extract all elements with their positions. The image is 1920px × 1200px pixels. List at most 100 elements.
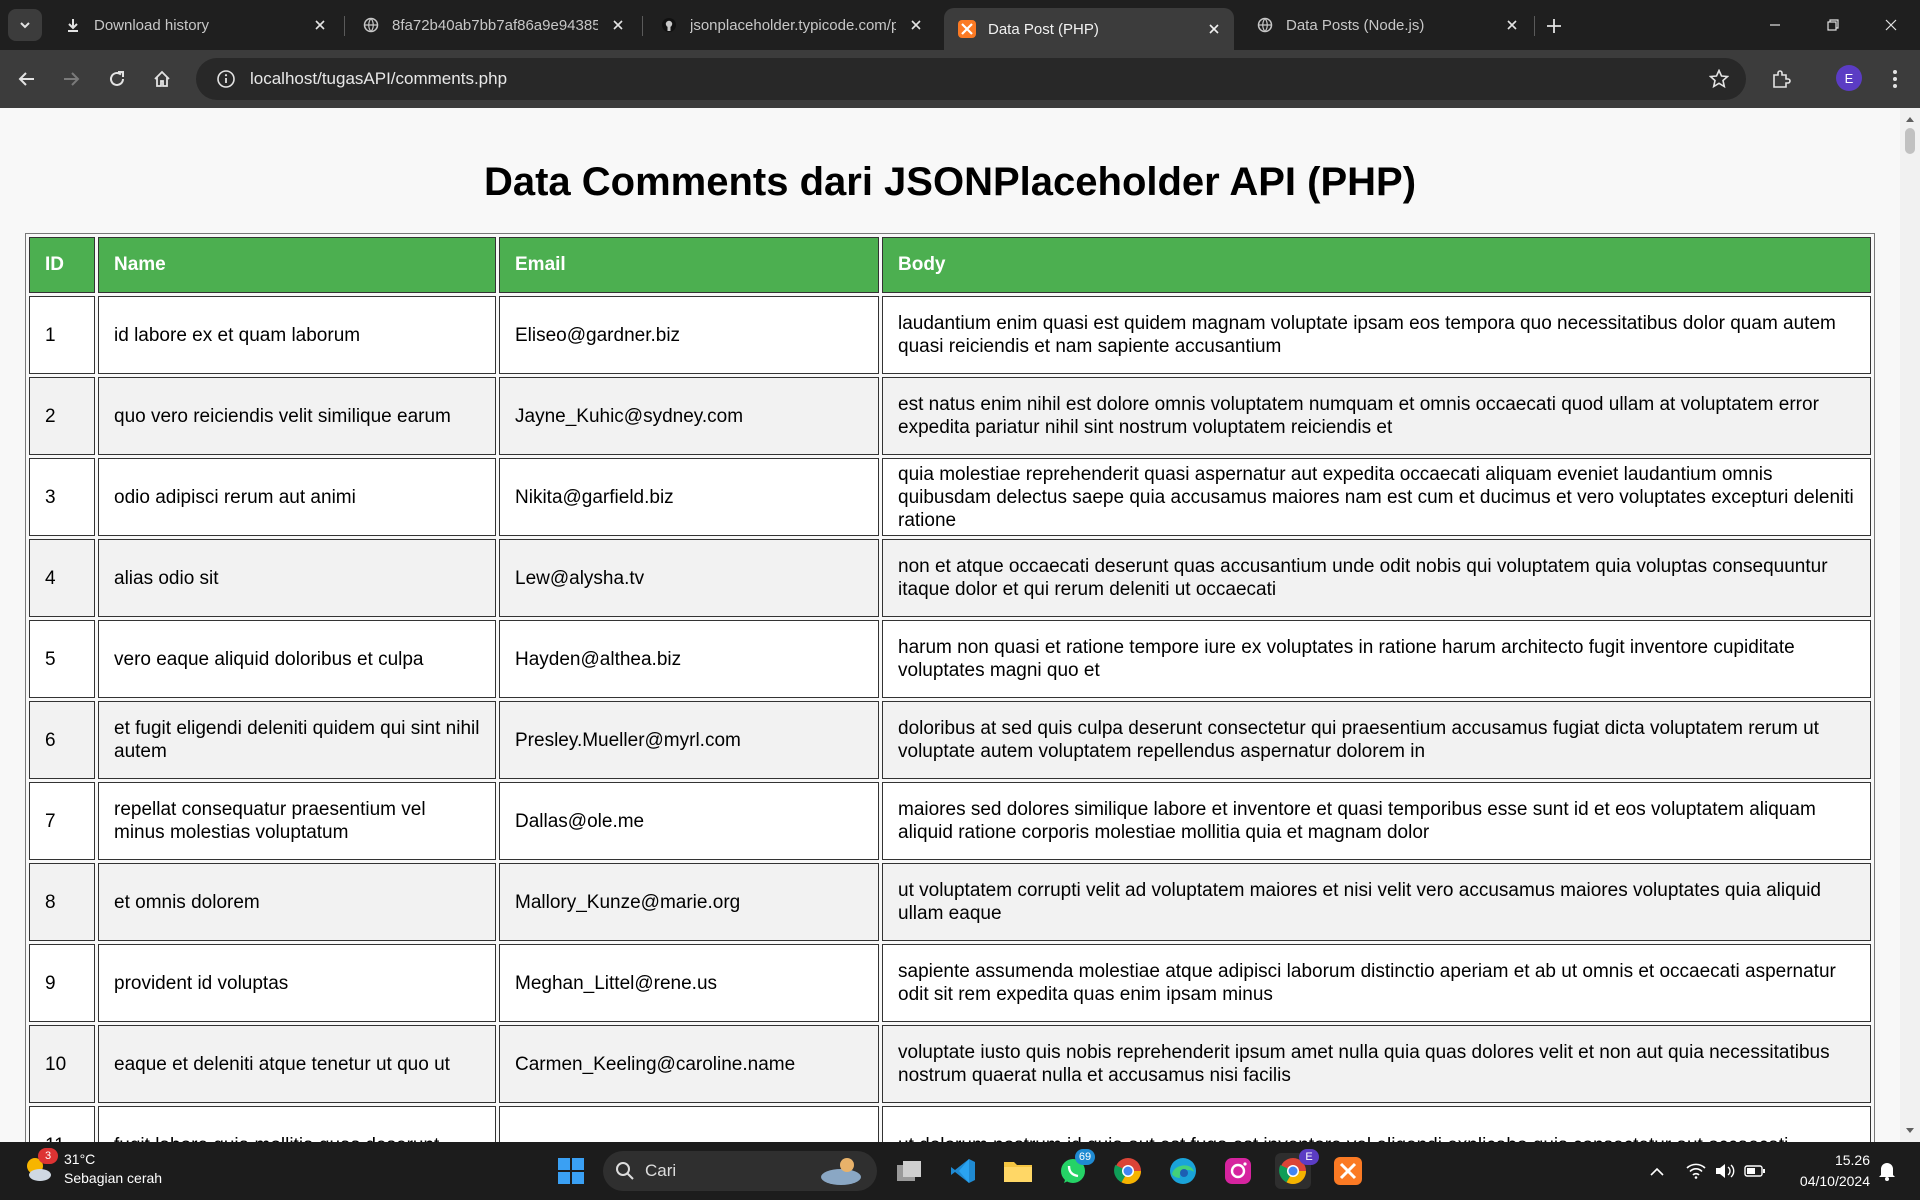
menu-button[interactable] [1880,64,1910,94]
close-icon[interactable] [906,15,926,35]
notifications-button[interactable] [1876,1160,1898,1182]
whatsapp-badge: 69 [1075,1149,1095,1165]
tab-label: Download history [94,16,210,34]
task-view-button[interactable] [891,1153,927,1189]
weather-temp: 31°C [64,1151,96,1167]
taskbar-app-whatsapp[interactable]: 69 [1055,1149,1095,1189]
system-clock[interactable]: 15.26 04/10/2024 [1770,1150,1870,1192]
taskbar-app-instagram[interactable] [1220,1153,1256,1189]
chevron-down-icon [20,22,30,29]
tab-data-post-php[interactable]: Data Post (PHP) [944,8,1234,50]
url-text: localhost/tugasAPI/comments.php [250,69,508,88]
arrow-left-icon [18,72,34,86]
cell-body: ut dolorum nostrum id quia aut est fuga … [882,1106,1871,1142]
tab-jsonplaceholder[interactable]: jsonplaceholder.typicode.com/p [646,8,936,42]
clock-date: 04/10/2024 [1799,1173,1870,1189]
tab-strip: Download history 8fa72b40ab7bb7af86a9e94… [0,0,1920,50]
chevron-up-icon [1650,1167,1664,1176]
cell-id: 11 [29,1106,95,1142]
table-row: 8 et omnis dolorem Mallory_Kunze@marie.o… [29,863,1871,941]
tab-label: jsonplaceholder.typicode.com/p [690,16,896,34]
cell-email [499,1106,879,1142]
minimize-button[interactable] [1752,10,1798,40]
battery-status[interactable] [1744,1160,1766,1182]
profile-avatar[interactable]: E [1836,65,1862,91]
forward-button[interactable] [56,64,86,94]
reload-icon [110,71,124,86]
cell-name: id labore ex et quam laborum [98,296,496,374]
taskbar-app-vscode[interactable] [945,1153,981,1189]
taskbar-app-xampp[interactable] [1330,1153,1366,1189]
taskbar-app-chrome-profile[interactable]: E [1275,1149,1319,1189]
close-icon[interactable] [1502,15,1522,35]
tab-label: Data Post (PHP) [988,20,1099,38]
taskbar-search[interactable]: Cari [603,1151,877,1191]
close-icon[interactable] [310,15,330,35]
table-row: 6 et fugit eligendi deleniti quidem qui … [29,701,1871,779]
tray-overflow-button[interactable] [1646,1160,1668,1182]
cell-name: eaque et deleniti atque tenetur ut quo u… [98,1025,496,1103]
restore-button[interactable] [1810,10,1856,40]
cell-name: fugit labore quia mollitia quas deserunt [98,1106,496,1142]
cell-email: Nikita@garfield.biz [499,458,879,536]
address-bar[interactable]: localhost/tugasAPI/comments.php [196,58,1746,100]
folder-icon [1004,1162,1032,1182]
bookmark-button[interactable] [1706,66,1732,92]
close-icon[interactable] [1204,19,1224,39]
xampp-icon [1334,1157,1362,1185]
cell-email: Dallas@ole.me [499,782,879,860]
cell-email: Carmen_Keeling@caroline.name [499,1025,879,1103]
home-button[interactable] [147,64,177,94]
taskbar-app-edge[interactable] [1165,1153,1201,1189]
arrow-right-icon [64,72,80,86]
column-header-body: Body [882,237,1871,293]
tab-label: Data Posts (Node.js) [1286,16,1425,34]
column-header-name: Name [98,237,496,293]
tab-data-posts-node[interactable]: Data Posts (Node.js) [1242,8,1532,42]
table-row: 2 quo vero reiciendis velit similique ea… [29,377,1871,455]
cell-body: quia molestiae reprehenderit quasi asper… [882,458,1871,536]
scrollbar-thumb[interactable] [1905,128,1915,154]
weather-widget[interactable]: 3 31°C Sebagian cerah [22,1148,163,1188]
close-icon[interactable] [608,15,628,35]
search-icon [616,1162,634,1180]
cell-id: 2 [29,377,95,455]
cell-id: 5 [29,620,95,698]
cell-name: provident id voluptas [98,944,496,1022]
more-vertical-icon [1893,70,1897,88]
cell-body: maiores sed dolores similique labore et … [882,782,1871,860]
tab-gist[interactable]: 8fa72b40ab7bb7af86a9e94385 [348,8,638,42]
cell-name: vero eaque aliquid doloribus et culpa [98,620,496,698]
cell-body: harum non quasi et ratione tempore iure … [882,620,1871,698]
table-row: 3 odio adipisci rerum aut animi Nikita@g… [29,458,1871,536]
scroll-down-icon[interactable] [1905,1126,1915,1136]
back-button[interactable] [12,64,42,94]
github-icon [660,16,678,34]
taskbar-app-file-explorer[interactable] [1000,1153,1036,1189]
windows-logo-icon [558,1158,584,1184]
reload-button[interactable] [102,64,132,94]
cell-name: alias odio sit [98,539,496,617]
page-scrollbar[interactable] [1900,108,1920,1142]
volume-status[interactable] [1714,1160,1736,1182]
cell-email: Hayden@althea.biz [499,620,879,698]
site-info-button[interactable] [206,59,246,99]
scroll-up-icon[interactable] [1905,114,1915,124]
close-window-button[interactable] [1868,10,1914,40]
speaker-icon [1716,1164,1735,1178]
cell-body: sapiente assumenda molestiae atque adipi… [882,944,1871,1022]
wifi-status[interactable] [1685,1160,1707,1182]
cell-body: ut voluptatem corrupti velit ad voluptat… [882,863,1871,941]
tab-download-history[interactable]: Download history [50,8,340,42]
start-button[interactable] [553,1153,589,1189]
tab-search-button[interactable] [8,9,42,41]
weather-desc: Sebagian cerah [64,1170,163,1186]
taskbar-app-chrome[interactable] [1110,1153,1146,1189]
search-highlight-icon [821,1158,861,1185]
new-tab-button[interactable] [1540,12,1568,40]
cell-id: 7 [29,782,95,860]
cell-id: 6 [29,701,95,779]
extensions-button[interactable] [1766,64,1796,94]
task-view-icon [897,1161,921,1181]
table-row: 5 vero eaque aliquid doloribus et culpa … [29,620,1871,698]
